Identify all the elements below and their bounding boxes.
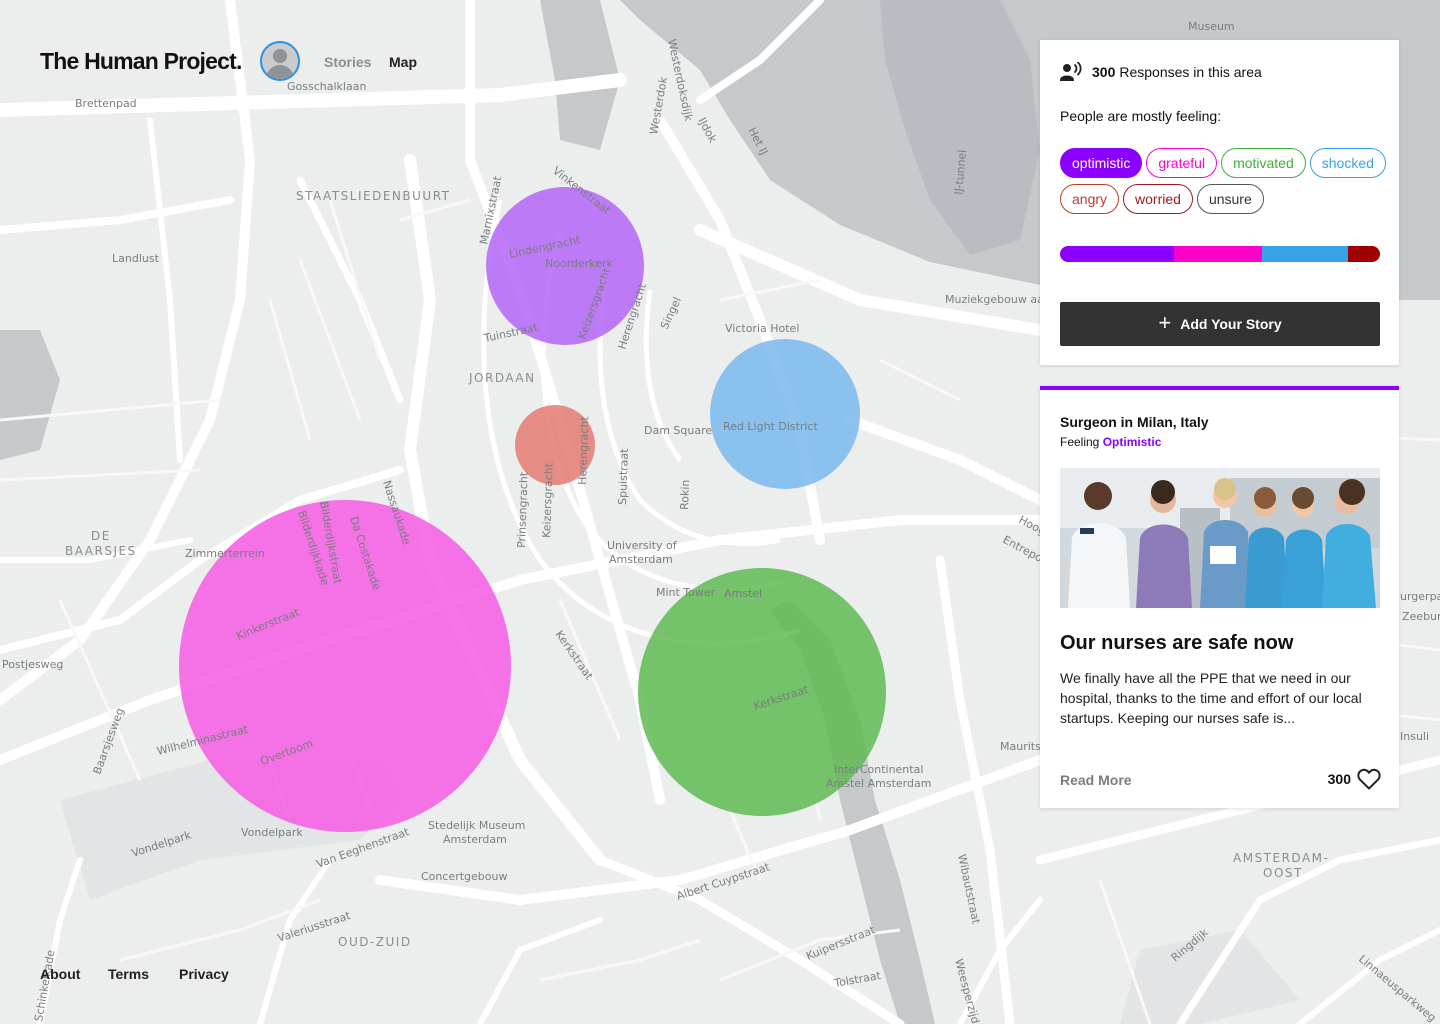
bubble-shocked: [710, 339, 860, 489]
map-label: Amstel Amsterdam: [826, 777, 931, 790]
story-card[interactable]: Surgeon in Milan, Italy Feeling Optimist…: [1040, 386, 1399, 808]
responses-row: 300 Responses in this area: [1060, 62, 1262, 82]
map-label: Keizersgracht: [540, 462, 556, 538]
map-label: urgerpar: [1400, 590, 1440, 603]
bar-segment-grateful: [1173, 246, 1262, 262]
mostly-feeling-label: People are mostly feeling:: [1060, 108, 1222, 124]
story-photo[interactable]: [1060, 468, 1380, 608]
footer-privacy-link[interactable]: Privacy: [179, 966, 229, 982]
map-label: University of: [607, 539, 678, 552]
avatar-body: [266, 65, 294, 79]
chip-optimistic[interactable]: optimistic: [1060, 148, 1143, 178]
nav-stories[interactable]: Stories: [324, 54, 371, 70]
story-feeling: Feeling Optimistic: [1060, 435, 1161, 449]
map-label: OOST: [1263, 866, 1303, 880]
map-label: Red Light District: [723, 420, 819, 433]
bar-segment-worried: [1347, 246, 1380, 262]
add-story-button[interactable]: + Add Your Story: [1060, 302, 1380, 346]
likes-count: 300: [1327, 771, 1351, 787]
story-author: Surgeon in Milan, Italy: [1060, 414, 1209, 430]
map-label: Stedelijk Museum: [428, 819, 526, 832]
map-label: OUD-ZUID: [338, 935, 412, 949]
story-excerpt: We finally have all the PPE that we need…: [1060, 670, 1362, 726]
map-label: Brettenpad: [75, 97, 137, 110]
likes[interactable]: 300: [1328, 768, 1381, 790]
map-label: Amsterdam: [609, 553, 673, 566]
read-more-link[interactable]: Read More: [1060, 772, 1132, 788]
plus-icon: +: [1158, 310, 1172, 335]
chip-shocked[interactable]: shocked: [1309, 148, 1386, 178]
map-label: Herengracht: [576, 415, 591, 485]
map-label: Mint Tower: [656, 586, 716, 599]
map-label: AMSTERDAM-: [1233, 851, 1329, 865]
map-label: BAARSJES: [65, 544, 137, 558]
chip-unsure[interactable]: unsure: [1196, 184, 1264, 214]
map-label: Muziekgebouw aan: [945, 293, 1051, 306]
map-label: Victoria Hotel: [725, 322, 799, 335]
chip-worried[interactable]: worried: [1123, 184, 1193, 214]
heart-icon[interactable]: [1357, 768, 1381, 790]
nav-map[interactable]: Map: [389, 54, 417, 70]
map-label: Gosschalklaan: [287, 80, 366, 93]
map-label: Rokin: [678, 479, 692, 510]
map-label: InterContinental: [834, 763, 923, 776]
map-label: Zimmerterrein: [185, 547, 265, 560]
nurses-photo: [1060, 468, 1380, 608]
map-label: Amsterdam: [443, 833, 507, 846]
map-label: Zeeburg: [1402, 610, 1440, 623]
map-label: Vondelpark: [241, 826, 303, 839]
bar-segment-shocked: [1261, 246, 1348, 262]
map-label: Museum: [1188, 20, 1235, 33]
map-label: Amstel: [724, 587, 762, 600]
bar-segment-optimistic: [1060, 246, 1174, 262]
area-summary-panel: 300 Responses in this area People are mo…: [1040, 40, 1399, 365]
map-label: STAATSLIEDENBUURT: [296, 189, 450, 203]
avatar[interactable]: [260, 41, 300, 81]
story-feeling-prefix: Feeling: [1060, 435, 1100, 449]
chip-motivated[interactable]: motivated: [1221, 148, 1306, 178]
map-label: Landlust: [112, 252, 160, 265]
map-label: Maurits: [1000, 740, 1041, 753]
speaking-people-icon: [1060, 62, 1082, 81]
avatar-head: [273, 49, 287, 63]
emotion-chips: optimistic grateful motivated shocked an…: [1060, 148, 1390, 214]
brand-logo[interactable]: The Human Project.: [40, 48, 242, 75]
map-label: Postjesweg: [2, 658, 63, 671]
story-title[interactable]: Our nurses are safe now: [1060, 632, 1293, 655]
emotion-breakdown-bar: [1060, 246, 1380, 262]
map-label: Dam Square: [644, 424, 712, 437]
map-label: JORDAAN: [468, 371, 536, 385]
map-label: Concertgebouw: [421, 870, 507, 883]
chip-grateful[interactable]: grateful: [1146, 148, 1218, 178]
footer-about-link[interactable]: About: [40, 966, 80, 982]
map-label: Spuistraat: [616, 448, 631, 505]
responses-label: Responses in this area: [1119, 64, 1262, 80]
footer-terms-link[interactable]: Terms: [108, 966, 149, 982]
map-label: Insuli: [1400, 730, 1429, 743]
map-label: Prinsengracht: [515, 471, 531, 548]
add-story-label: Add Your Story: [1180, 316, 1282, 332]
chip-angry[interactable]: angry: [1060, 184, 1120, 214]
map-label: DE: [91, 529, 111, 543]
responses-count: 300: [1092, 64, 1116, 80]
story-feeling-value: Optimistic: [1102, 435, 1162, 449]
